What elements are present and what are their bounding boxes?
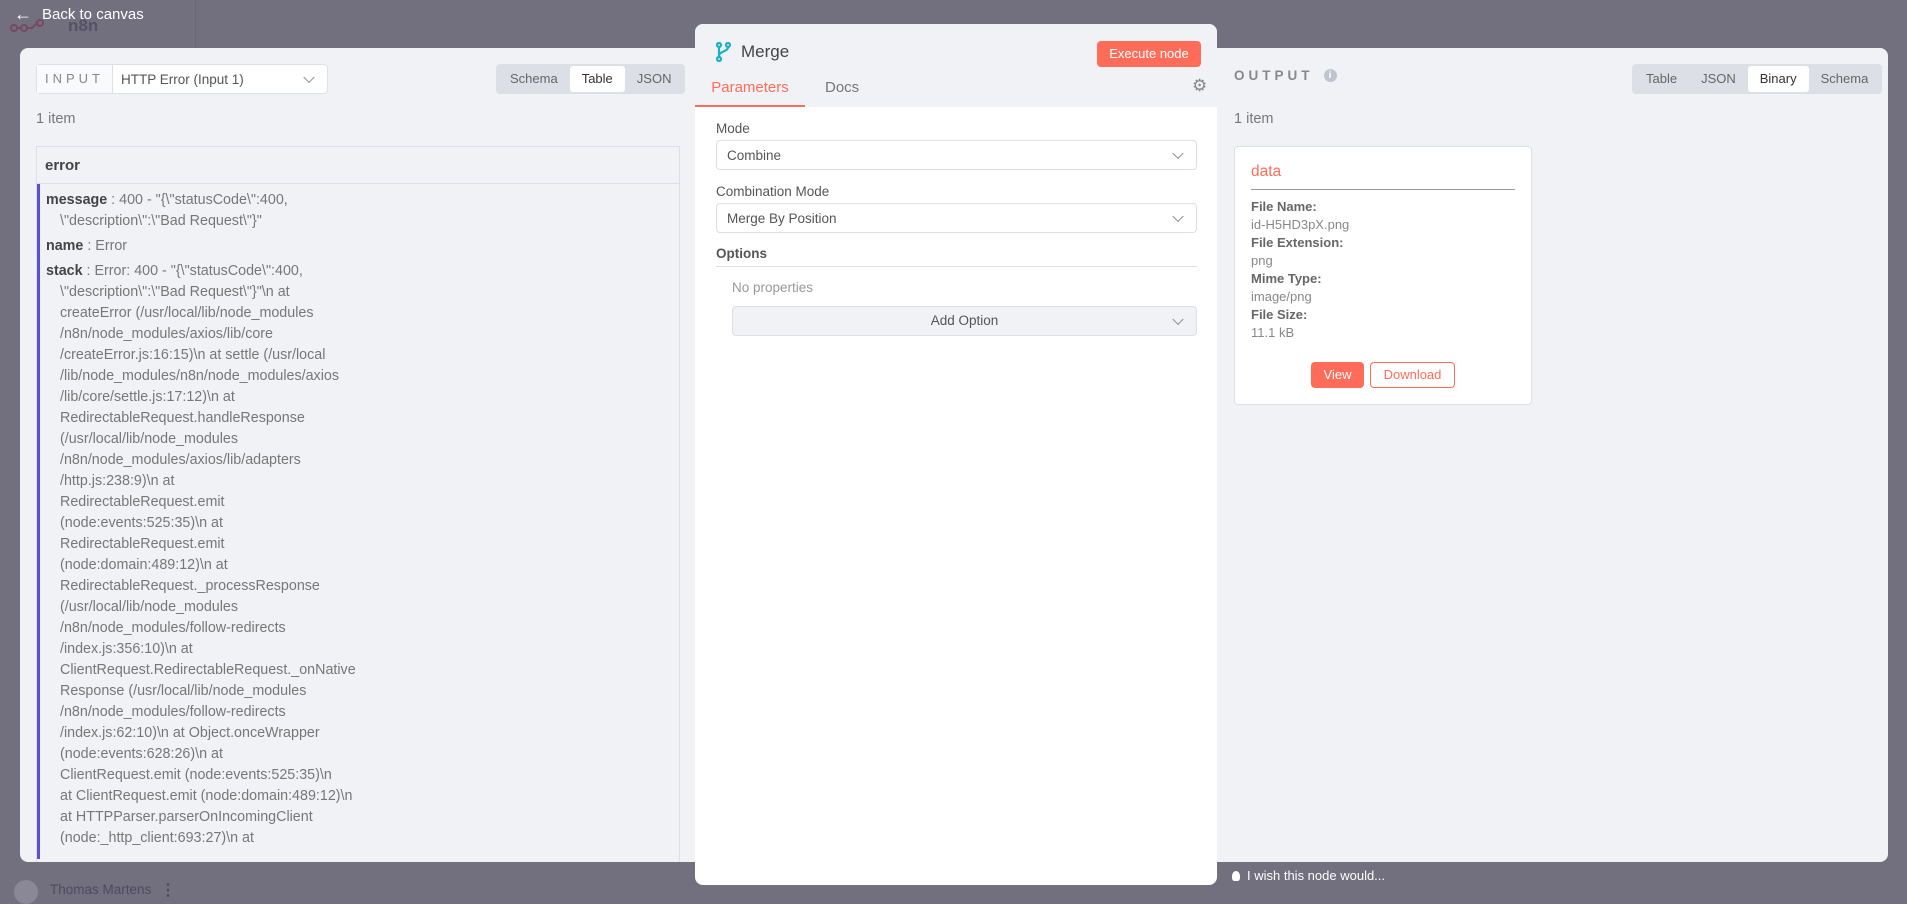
mime-type-label: Mime Type:: [1251, 271, 1322, 286]
stack-line: (node:_http_client:693:27)\n at: [60, 830, 254, 846]
input-view-tabs: Schema Table JSON: [496, 64, 686, 94]
chevron-down-icon: [1172, 313, 1184, 326]
field-value: \"description\":\"Bad Request\"}": [60, 213, 262, 229]
merge-icon: [715, 42, 731, 62]
stack-line: /n8n/node_modules/axios/lib/core: [60, 326, 274, 342]
stack-line: RedirectableRequest.emit: [60, 494, 225, 510]
tab-schema[interactable]: Schema: [498, 66, 570, 92]
lightbulb-icon: [1232, 870, 1240, 881]
download-button[interactable]: Download: [1370, 362, 1455, 388]
combination-mode-value: Merge By Position: [727, 210, 837, 226]
stack-line: \"description\":\"Bad Request\"}"\n at: [60, 284, 290, 300]
view-button[interactable]: View: [1311, 362, 1364, 388]
stack-line: /index.js:62:10)\n at Object.onceWrapper: [60, 725, 320, 741]
file-name: id-H5HD3pX.png: [1251, 217, 1350, 232]
combination-mode-label: Combination Mode: [716, 184, 830, 199]
chevron-down-icon: [1172, 147, 1184, 160]
mime-type: image/png: [1251, 289, 1312, 304]
stack-line: Response (/usr/local/lib/node_modules: [60, 683, 307, 699]
input-item-count: 1 item: [36, 111, 76, 127]
add-option-label: Add Option: [930, 313, 999, 328]
gear-icon[interactable]: ⚙: [1192, 76, 1207, 96]
divider: [195, 0, 196, 48]
tab-table[interactable]: Table: [569, 66, 625, 92]
field-value: 400 - "{\"statusCode\":400,: [119, 192, 288, 208]
tab-parameters[interactable]: Parameters: [695, 79, 805, 107]
more-icon[interactable]: ⋮: [160, 880, 176, 900]
stack-line: ClientRequest.emit (node:events:525:35)\…: [60, 767, 332, 783]
stack-line: RedirectableRequest.handleResponse: [60, 410, 305, 426]
stack-line: RedirectableRequest.emit: [60, 536, 225, 552]
stack-value: \"description\":\"Bad Request\"}"\n at cr…: [46, 282, 673, 849]
feedback-text: I wish this node would...: [1247, 868, 1386, 883]
stack-line: /n8n/node_modules/follow-redirects: [60, 704, 286, 720]
stack-line: ClientRequest.RedirectableRequest._onNat…: [60, 662, 356, 678]
tab-json[interactable]: JSON: [625, 66, 684, 92]
file-extension: png: [1251, 253, 1273, 268]
stack-line: /lib/node_modules/n8n/node_modules/axios: [60, 368, 339, 384]
table-cell: message : 400 - "{\"statusCode\":400, \"d…: [37, 184, 679, 859]
stack-line: /createError.js:16:15)\n at settle (/usr…: [60, 347, 326, 363]
stack-line: /index.js:356:10)\n at: [60, 641, 193, 657]
tab-table[interactable]: Table: [1634, 66, 1689, 92]
feedback-link[interactable]: I wish this node would...: [1232, 868, 1385, 883]
output-label: OUTPUT: [1234, 68, 1314, 83]
field-value: Error: 400 - "{\"statusCode\":400,: [94, 263, 303, 279]
logo: n8n: [10, 16, 98, 36]
mode-select[interactable]: Combine: [716, 140, 1197, 170]
field-value: Error: [95, 238, 128, 254]
input-label: INPUT: [37, 65, 113, 93]
stack-line: /n8n/node_modules/axios/lib/adapters: [60, 452, 301, 468]
tab-docs[interactable]: Docs: [825, 79, 859, 96]
file-size: 11.1 kB: [1251, 325, 1295, 340]
field-key: name: [46, 238, 84, 254]
execute-node-button[interactable]: Execute node: [1097, 41, 1201, 67]
stack-line: createError (/usr/local/lib/node_modules: [60, 305, 314, 321]
output-header: OUTPUT i: [1234, 68, 1337, 83]
stack-line: (/usr/local/lib/node_modules: [60, 431, 239, 447]
output-item-count: 1 item: [1234, 111, 1274, 127]
tab-schema[interactable]: Schema: [1809, 66, 1881, 92]
mode-value: Combine: [727, 147, 782, 163]
file-extension-label: File Extension:: [1251, 235, 1344, 250]
stack-line: (/usr/local/lib/node_modules: [60, 599, 239, 615]
input-table: error message : 400 - "{\"statusCode\":4…: [36, 146, 680, 862]
stack-line: (node:events:525:35)\n at: [60, 515, 223, 531]
binary-data-card: data File Name: id-H5HD3pX.png File Exte…: [1234, 146, 1532, 405]
file-size-label: File Size:: [1251, 307, 1308, 322]
avatar: [14, 880, 38, 904]
stack-line: (node:events:628:26)\n at: [60, 746, 223, 762]
user-name: Thomas Martens: [50, 882, 152, 897]
tab-binary[interactable]: Binary: [1747, 66, 1809, 92]
node-title[interactable]: Merge: [741, 42, 789, 62]
info-icon[interactable]: i: [1323, 69, 1337, 82]
n8n-logo-icon: [10, 19, 44, 32]
chevron-down-icon: [1172, 210, 1184, 223]
field-key: message: [46, 192, 108, 208]
add-option-button[interactable]: Add Option: [732, 306, 1197, 336]
input-selected: HTTP Error (Input 1): [121, 71, 244, 87]
chevron-down-icon: [303, 71, 315, 84]
mode-label: Mode: [716, 121, 750, 136]
binary-key: data: [1251, 163, 1515, 190]
file-name-label: File Name:: [1251, 199, 1317, 214]
stack-line: /lib/core/settle.js:17:12)\n at: [60, 389, 235, 405]
no-properties-text: No properties: [732, 280, 814, 295]
column-header: error: [37, 147, 679, 184]
output-view-tabs: Table JSON Binary Schema: [1632, 64, 1883, 94]
stack-line: RedirectableRequest._processResponse: [60, 578, 320, 594]
stack-line: at ClientRequest.emit (node:domain:489:1…: [60, 788, 353, 804]
node-parameters-panel: Merge Execute node Parameters Docs ⚙ Mod…: [695, 24, 1217, 885]
stack-line: at HTTPParser.parserOnIncomingClient: [60, 809, 313, 825]
tab-json[interactable]: JSON: [1689, 66, 1748, 92]
stack-line: (node:domain:489:12)\n at: [60, 557, 228, 573]
input-selector[interactable]: INPUT HTTP Error (Input 1): [36, 64, 328, 94]
options-label: Options: [716, 246, 1197, 267]
stack-line: /http.js:238:9)\n at: [60, 473, 175, 489]
field-key: stack: [46, 263, 83, 279]
stack-line: /n8n/node_modules/follow-redirects: [60, 620, 286, 636]
combination-mode-select[interactable]: Merge By Position: [716, 203, 1197, 233]
